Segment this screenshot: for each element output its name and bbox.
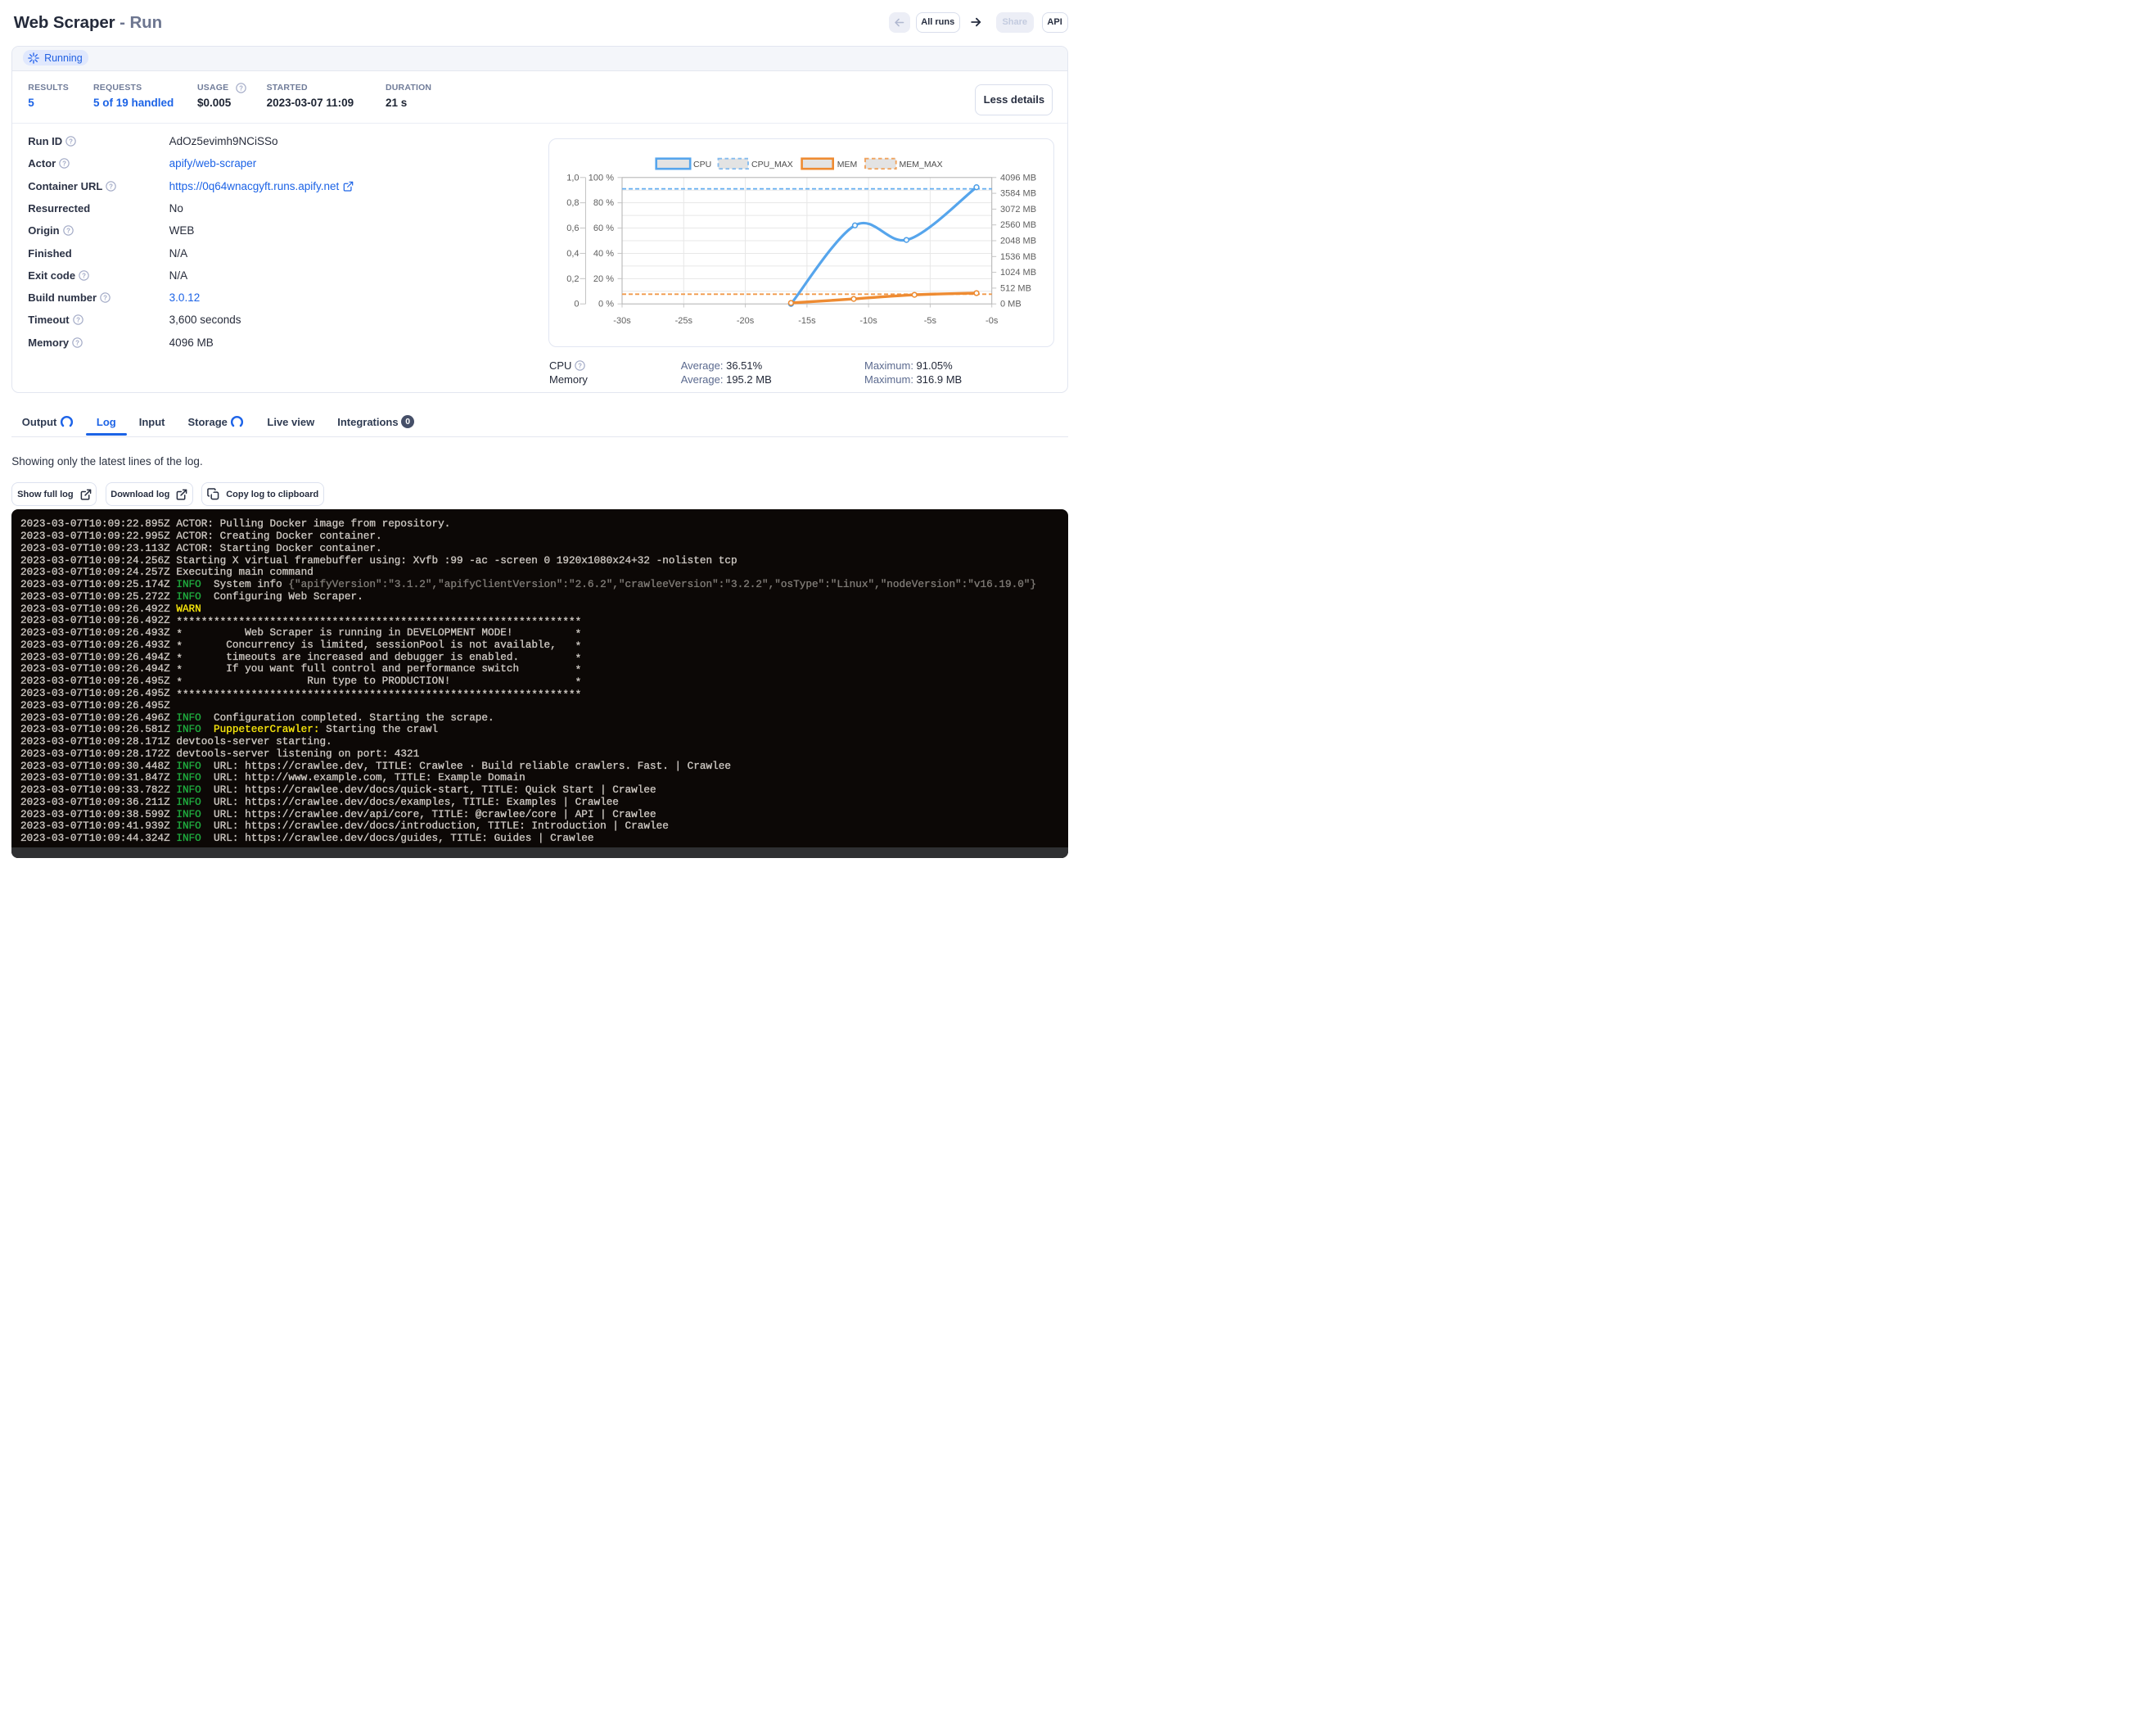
- svg-text:80 %: 80 %: [593, 198, 614, 208]
- svg-text:?: ?: [239, 84, 243, 92]
- svg-text:0 %: 0 %: [598, 300, 614, 309]
- svg-text:0,2: 0,2: [566, 274, 579, 284]
- svg-text:4096 MB: 4096 MB: [1000, 174, 1036, 183]
- svg-text:0: 0: [574, 300, 579, 309]
- svg-text:2560 MB: 2560 MB: [1000, 220, 1036, 230]
- svg-text:?: ?: [75, 339, 79, 346]
- svg-text:-15s: -15s: [798, 316, 816, 326]
- svg-text:?: ?: [82, 272, 86, 279]
- svg-text:1,0: 1,0: [566, 174, 579, 183]
- svg-text:1536 MB: 1536 MB: [1000, 252, 1036, 262]
- svg-text:?: ?: [62, 160, 66, 168]
- svg-text:MEM: MEM: [837, 160, 858, 169]
- svg-text:2048 MB: 2048 MB: [1000, 237, 1036, 246]
- svg-text:0 MB: 0 MB: [1000, 300, 1022, 309]
- svg-text:60 %: 60 %: [593, 224, 614, 233]
- svg-text:3072 MB: 3072 MB: [1000, 205, 1036, 215]
- svg-text:-5s: -5s: [924, 316, 937, 326]
- svg-text:?: ?: [76, 317, 80, 324]
- svg-text:-0s: -0s: [986, 316, 999, 326]
- svg-text:-10s: -10s: [859, 316, 877, 326]
- svg-text:?: ?: [579, 363, 583, 370]
- svg-text:?: ?: [109, 183, 113, 190]
- svg-text:MEM_MAX: MEM_MAX: [899, 160, 942, 169]
- svg-text:100 %: 100 %: [589, 174, 614, 183]
- svg-text:-30s: -30s: [613, 316, 631, 326]
- svg-text:512 MB: 512 MB: [1000, 284, 1031, 294]
- svg-text:0,8: 0,8: [566, 198, 579, 208]
- svg-text:20 %: 20 %: [593, 274, 614, 284]
- svg-text:-20s: -20s: [737, 316, 755, 326]
- svg-text:40 %: 40 %: [593, 249, 614, 259]
- svg-text:?: ?: [69, 138, 73, 145]
- svg-text:0,4: 0,4: [566, 249, 579, 259]
- svg-text:3584 MB: 3584 MB: [1000, 189, 1036, 199]
- svg-text:CPU_MAX: CPU_MAX: [751, 160, 793, 169]
- svg-text:?: ?: [103, 295, 107, 302]
- svg-text:CPU: CPU: [693, 160, 711, 169]
- svg-text:1024 MB: 1024 MB: [1000, 268, 1036, 278]
- svg-text:0,6: 0,6: [566, 224, 579, 233]
- svg-text:?: ?: [66, 228, 70, 235]
- svg-text:-25s: -25s: [675, 316, 693, 326]
